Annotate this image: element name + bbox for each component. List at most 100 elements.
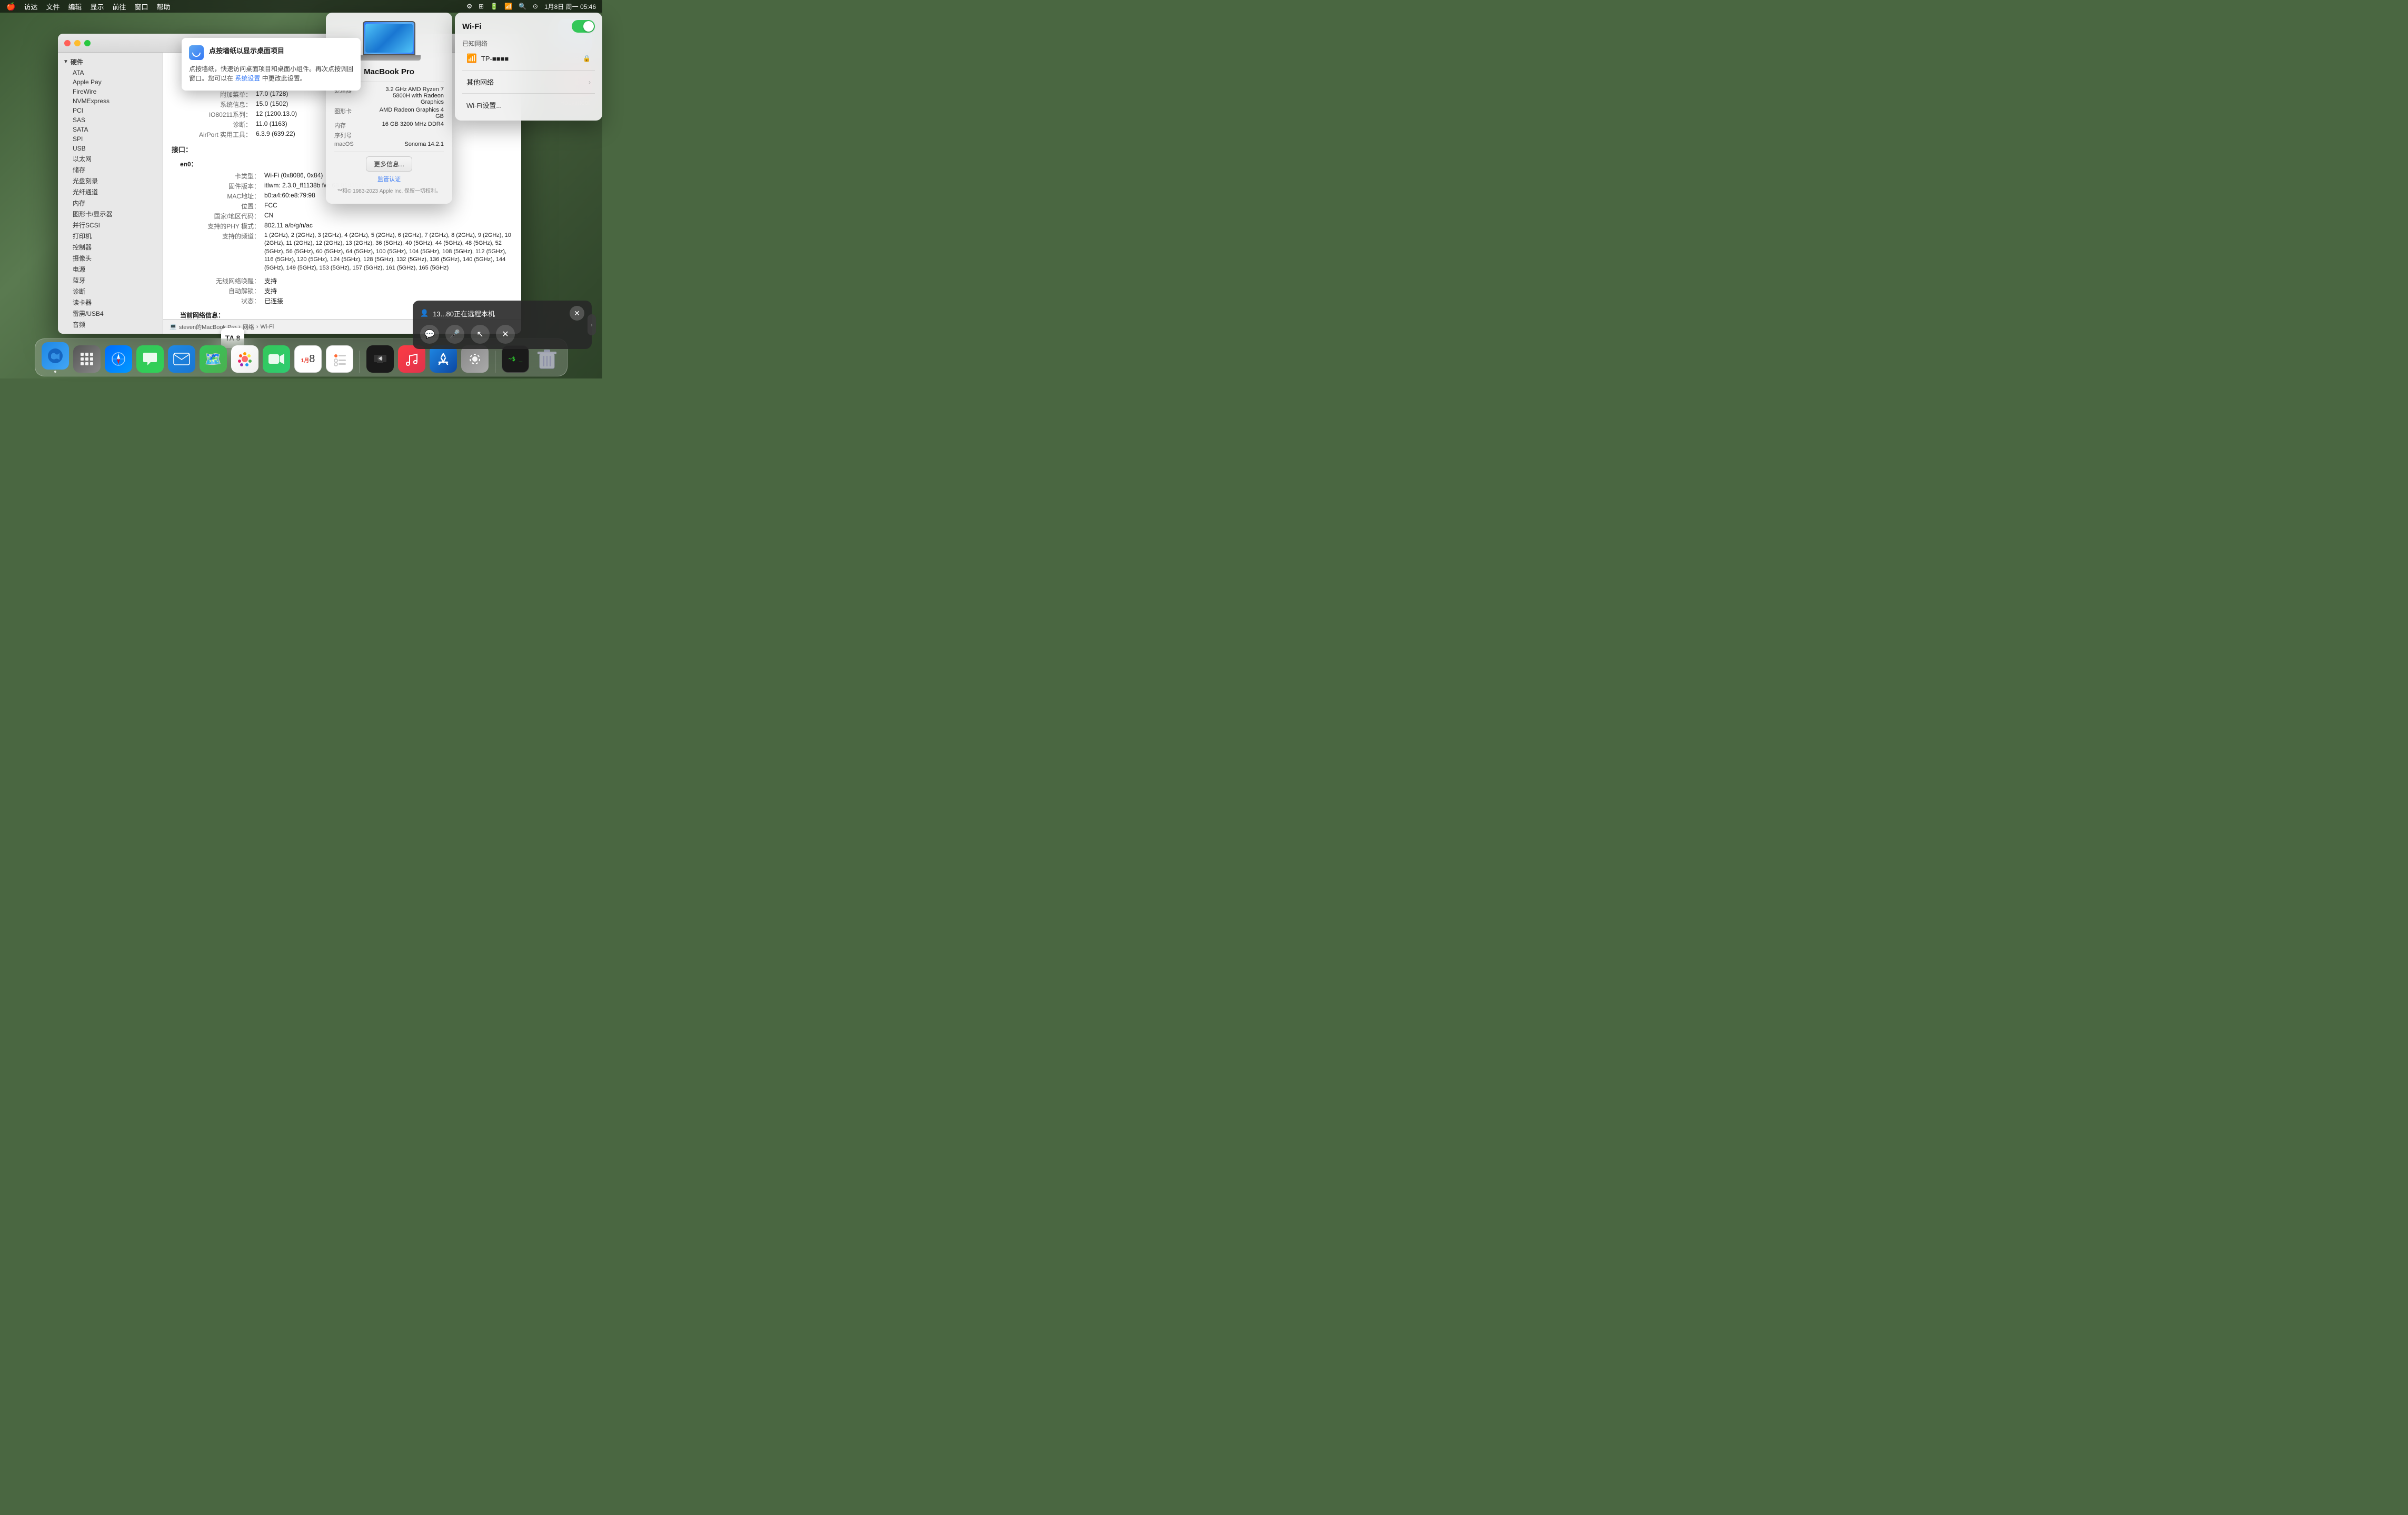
sidebar-item-audio[interactable]: 音频	[58, 319, 163, 330]
sidebar-item-spi[interactable]: SPI	[58, 134, 163, 144]
wifi-network-tp[interactable]: 📶 TP-■■■■ 🔒	[462, 50, 595, 67]
dock-item-maps[interactable]: 🗺️	[200, 345, 227, 373]
sidebar-item-bluetooth[interactable]: 蓝牙	[58, 275, 163, 286]
monitoring-label: 监管认证	[334, 175, 444, 183]
maps-icon: 🗺️	[200, 345, 227, 373]
sidebar-item-optical[interactable]: 光盘刻录	[58, 175, 163, 186]
status-label: 状态：	[180, 296, 264, 305]
remote-x-button[interactable]: ✕	[496, 325, 515, 344]
menubar-extra-2[interactable]: ⊞	[479, 3, 484, 10]
sidebar-item-applepay[interactable]: Apple Pay	[58, 77, 163, 87]
dock-item-appletv[interactable]	[366, 345, 394, 373]
sidebar-item-scsi[interactable]: 并行SCSI	[58, 220, 163, 231]
dock-item-photos[interactable]	[231, 345, 258, 373]
maximize-button[interactable]	[84, 40, 91, 46]
menubar-control-center[interactable]: ⊙	[533, 3, 538, 10]
menu-file[interactable]: 文件	[46, 2, 59, 12]
remote-bar: 👤 13...80正在远程本机 ✕ 💬 🎤 ↖ ✕ ›	[413, 301, 592, 349]
remote-cursor-button[interactable]: ↖	[471, 325, 490, 344]
wifi-toggle[interactable]	[572, 20, 595, 33]
dock-item-calendar[interactable]: 1月 8	[294, 345, 322, 373]
sidebar-item-ata[interactable]: ATA	[58, 68, 163, 77]
traffic-lights[interactable]	[64, 40, 91, 46]
appstore-icon	[430, 345, 457, 373]
dock-item-reminders[interactable]	[326, 345, 353, 373]
remote-expand-handle[interactable]: ›	[588, 314, 596, 335]
wifi-other-networks[interactable]: 其他网络 ›	[462, 74, 595, 90]
sidebar-item-fiber[interactable]: 光纤通道	[58, 186, 163, 197]
safari-icon	[105, 345, 132, 373]
menubar-extra-3[interactable]: 🔋	[490, 3, 498, 10]
macos-value: Sonoma 14.2.1	[404, 141, 444, 147]
dock-item-messages[interactable]	[136, 345, 164, 373]
dock-item-facetime[interactable]	[263, 345, 290, 373]
menubar-left: 🍎 访达 文件 编辑 显示 前往 窗口 帮助	[6, 2, 171, 12]
dock-item-finder[interactable]	[42, 342, 69, 373]
dock-item-sysprefs[interactable]	[461, 345, 489, 373]
phy-modes-value: 802.11 a/b/g/n/ac	[264, 222, 513, 231]
network-group-header[interactable]: ▼ 网络	[58, 331, 163, 334]
sidebar-item-graphics[interactable]: 图形卡/显示器	[58, 208, 163, 220]
dock-item-mail[interactable]	[168, 345, 195, 373]
sidebar-item-usb[interactable]: USB	[58, 144, 163, 153]
phy-modes-label: 支持的PHY 模式：	[180, 222, 264, 231]
remote-chat-button[interactable]: 💬	[420, 325, 439, 344]
sidebar-item-sata[interactable]: SATA	[58, 125, 163, 134]
photos-icon	[231, 345, 258, 373]
sidebar-item-nvme[interactable]: NVMExpress	[58, 96, 163, 106]
card-type-label: 卡类型：	[180, 172, 264, 181]
sidebar-item-pci[interactable]: PCI	[58, 106, 163, 115]
dock-item-music[interactable]	[398, 345, 425, 373]
menu-go[interactable]: 前往	[113, 2, 126, 12]
menu-help[interactable]: 帮助	[157, 2, 171, 12]
menu-edit[interactable]: 编辑	[68, 2, 82, 12]
launchpad-icon	[73, 345, 101, 373]
sidebar-item-diag[interactable]: 诊断	[58, 286, 163, 297]
sidebar-item-ethernet[interactable]: 以太网	[58, 153, 163, 164]
sidebar-item-camera[interactable]: 摄像头	[58, 253, 163, 264]
terminal-icon: ~$ _	[502, 345, 529, 373]
sidebar-item-thunderbolt[interactable]: 雷雳/USB4	[58, 308, 163, 319]
breadcrumb-sep2: ›	[256, 324, 258, 330]
sidebar-item-sas[interactable]: SAS	[58, 115, 163, 125]
sidebar-item-cardreader[interactable]: 读卡器	[58, 297, 163, 308]
dock-item-trash[interactable]	[533, 345, 561, 373]
apple-logo-icon[interactable]: 🍎	[6, 2, 15, 11]
menu-window[interactable]: 窗口	[135, 2, 148, 12]
airport-tool-label: AirPort 实用工具：	[172, 130, 256, 139]
close-button[interactable]	[64, 40, 71, 46]
menubar-extra-1[interactable]: ⚙	[466, 3, 472, 10]
more-info-button[interactable]: 更多信息...	[366, 156, 412, 172]
hardware-group-header[interactable]: ▼ 硬件	[58, 56, 163, 68]
dock-item-terminal[interactable]: ~$ _	[502, 345, 529, 373]
menu-finder[interactable]: 访达	[24, 2, 37, 12]
sidebar-item-controller[interactable]: 控制器	[58, 242, 163, 253]
diag-label: 诊断：	[172, 120, 256, 129]
remote-user-icon: 👤	[420, 309, 429, 317]
country-value: CN	[264, 212, 513, 221]
sidebar-item-memory[interactable]: 内存	[58, 197, 163, 208]
mbp-laptop-image	[357, 21, 421, 63]
menubar-wifi-icon[interactable]: 📶	[504, 3, 512, 10]
serial-label: 序列号	[334, 131, 352, 139]
remote-mic-button[interactable]: 🎤	[445, 325, 464, 344]
tooltip-link[interactable]: 系统设置	[235, 75, 260, 82]
sidebar-item-printer[interactable]: 打印机	[58, 231, 163, 242]
minimize-button[interactable]	[74, 40, 81, 46]
wifi-settings-item[interactable]: Wi-Fi设置...	[462, 97, 595, 113]
remote-close-button[interactable]: ✕	[570, 306, 584, 321]
sysinfo-label: 系统信息：	[172, 100, 256, 109]
sidebar-item-storage[interactable]: 储存	[58, 164, 163, 175]
dock-item-appstore[interactable]	[430, 345, 457, 373]
menu-view[interactable]: 显示	[90, 2, 104, 12]
channels-row: 支持的频道： 1 (2GHz), 2 (2GHz), 3 (2GHz), 4 (…	[180, 232, 513, 272]
sidebar-item-firewire[interactable]: FireWire	[58, 87, 163, 96]
dock-item-safari[interactable]	[105, 345, 132, 373]
tooltip-header: 点按墙纸以显示桌面项目	[189, 45, 353, 60]
sidebar-item-power[interactable]: 电源	[58, 264, 163, 275]
auto-unlock-label: 自动解锁：	[180, 286, 264, 295]
menubar-search-icon[interactable]: 🔍	[519, 3, 526, 10]
gpu-spec-row: 图形卡 AMD Radeon Graphics 4 GB	[334, 107, 444, 119]
dock-item-launchpad[interactable]	[73, 345, 101, 373]
remote-text: 13...80正在远程本机	[433, 308, 495, 318]
